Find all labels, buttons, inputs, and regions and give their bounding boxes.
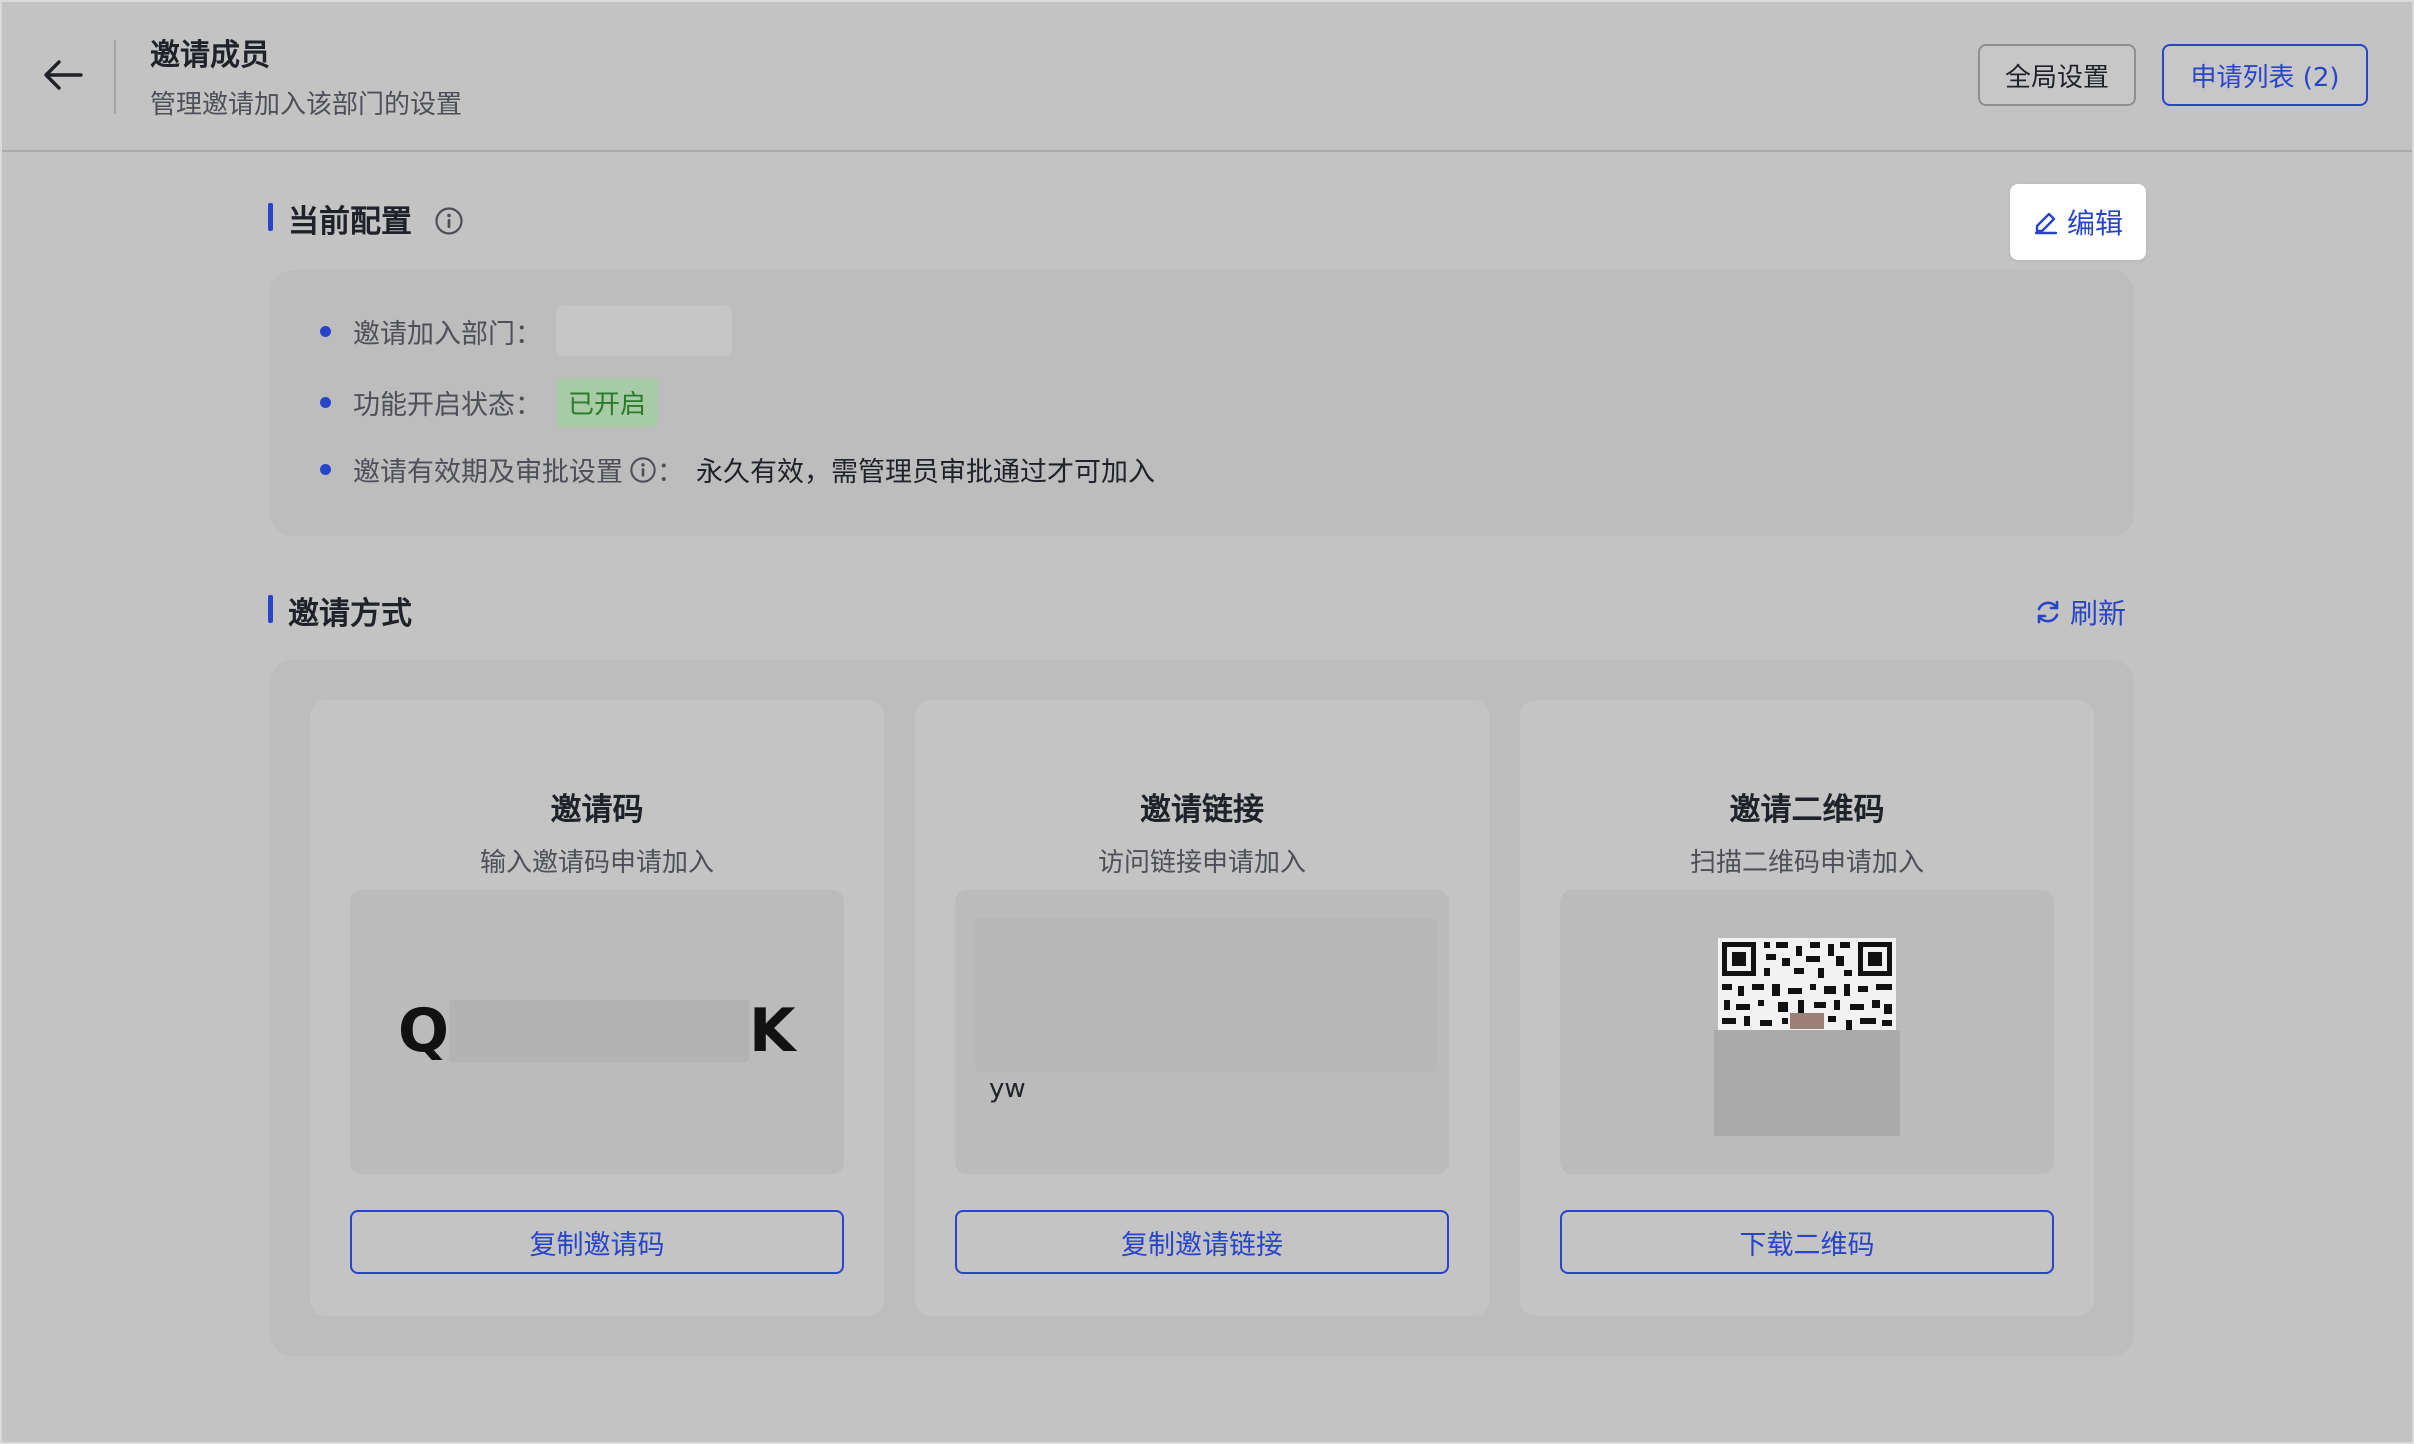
info-icon[interactable] — [629, 456, 657, 484]
back-arrow-icon — [44, 60, 83, 90]
edit-label: 编辑 — [2066, 207, 2123, 240]
config-row-validity: 邀请有效期及审批设置 ： 永久有效，需管理员审批通过才可加入 — [320, 450, 1155, 489]
info-icon[interactable] — [434, 206, 464, 236]
config-label-suffix: ： — [657, 457, 684, 488]
invite-methods-title: 邀请方式 — [268, 588, 412, 633]
invite-link-box: yw — [955, 890, 1449, 1174]
page: 邀请成员 管理邀请加入该部门的设置 全局设置 申请列表 (2) 当前配置 编辑 … — [0, 0, 2414, 1444]
copy-invite-link-button[interactable]: 复制邀请链接 — [955, 1210, 1449, 1274]
page-title: 邀请成员 — [150, 38, 270, 73]
refresh-button[interactable]: 刷新 — [2034, 592, 2126, 632]
invite-code-box: Q K — [350, 890, 844, 1174]
invite-link-redacted — [975, 918, 1437, 1072]
bullet — [320, 464, 331, 475]
invite-code-start: Q — [398, 996, 450, 1066]
config-row-department: 邀请加入部门： — [320, 306, 732, 356]
status-badge: 已开启 — [556, 378, 659, 427]
apply-list-button[interactable]: 申请列表 (2) — [2162, 44, 2368, 106]
invite-qr-card: 邀请二维码 扫描二维码申请加入 下载二维码 — [1520, 700, 2094, 1316]
invite-code-end: K — [749, 996, 796, 1066]
config-value: 永久有效，需管理员审批通过才可加入 — [696, 457, 1155, 488]
card-title: 邀请码 — [550, 792, 644, 828]
invite-code-redacted — [449, 1000, 750, 1062]
edit-button[interactable]: 编辑 — [2010, 184, 2146, 260]
back-button[interactable] — [36, 48, 90, 102]
department-value-redacted — [556, 306, 732, 356]
card-title: 邀请二维码 — [1729, 792, 1885, 828]
edit-pencil-icon — [2034, 212, 2058, 235]
config-label: 邀请有效期及审批设置 — [353, 457, 623, 488]
download-qr-code-button[interactable]: 下载二维码 — [1560, 1210, 2054, 1274]
copy-invite-code-button[interactable]: 复制邀请码 — [350, 1210, 844, 1274]
qr-code-box — [1560, 890, 2054, 1174]
qr-code-redacted — [1714, 1030, 1900, 1136]
invite-link-tail: yw — [989, 1074, 1026, 1104]
page-subtitle: 管理邀请加入该部门的设置 — [150, 90, 463, 120]
config-panel: 邀请加入部门： 功能开启状态： 已开启 邀请有效期及审批设置 ： 永久有效，需管… — [270, 270, 2134, 536]
page-header: 邀请成员 管理邀请加入该部门的设置 全局设置 申请列表 (2) — [0, 0, 2414, 152]
card-subtitle: 访问链接申请加入 — [1097, 848, 1306, 878]
invite-link-card: 邀请链接 访问链接申请加入 yw 复制邀请链接 — [915, 700, 1489, 1316]
global-settings-button[interactable]: 全局设置 — [1978, 44, 2136, 106]
refresh-label: 刷新 — [2070, 597, 2127, 630]
bullet — [320, 325, 331, 337]
config-row-status: 功能开启状态： 已开启 — [320, 378, 659, 427]
config-label: 邀请加入部门： — [353, 318, 542, 350]
card-subtitle: 输入邀请码申请加入 — [479, 848, 714, 878]
invite-code-card: 邀请码 输入邀请码申请加入 Q K 复制邀请码 — [310, 700, 884, 1316]
invite-methods-panel: 邀请码 输入邀请码申请加入 Q K 复制邀请码 邀请链接 访问链接申请加入 yw… — [270, 660, 2134, 1356]
invite-code: Q K — [398, 996, 796, 1066]
bullet — [320, 397, 331, 408]
header-divider — [114, 40, 116, 114]
card-title: 邀请链接 — [1140, 792, 1264, 828]
card-subtitle: 扫描二维码申请加入 — [1689, 848, 1924, 878]
current-config-title: 当前配置 — [268, 196, 412, 241]
refresh-icon — [2037, 600, 2059, 624]
config-label: 功能开启状态： — [353, 390, 542, 421]
